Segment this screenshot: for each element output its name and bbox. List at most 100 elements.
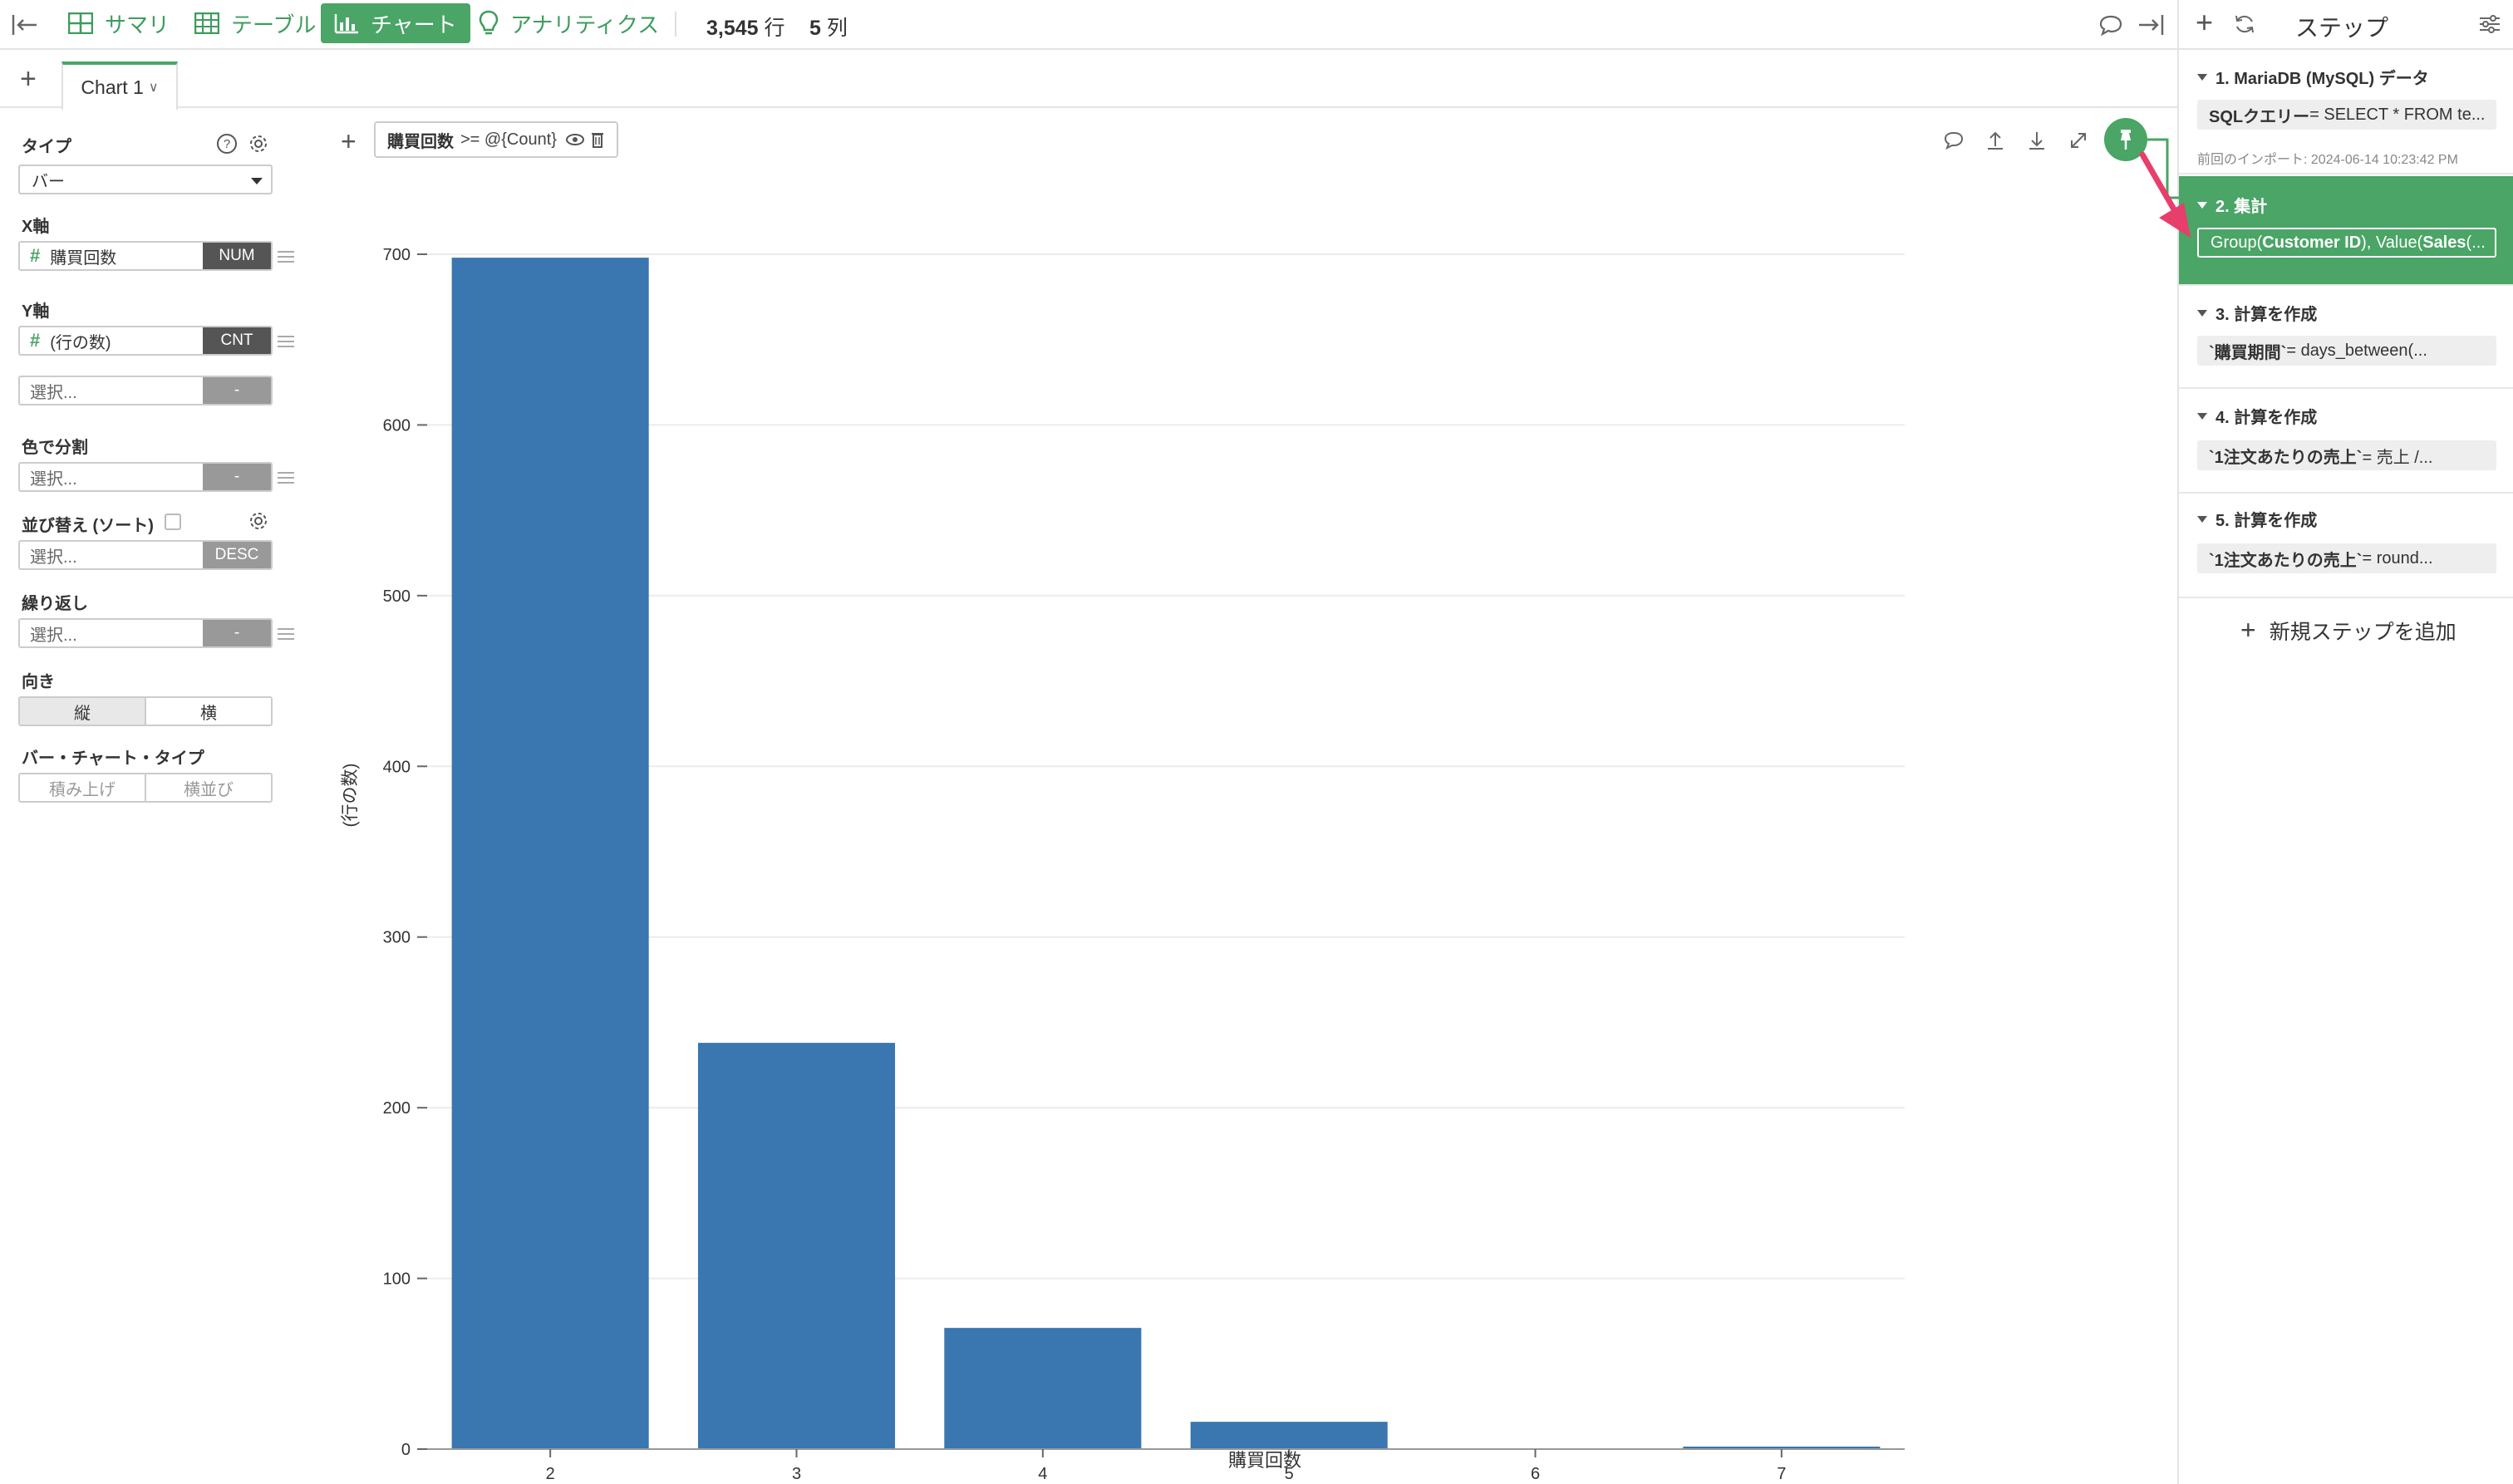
triangle-down-icon[interactable] — [2197, 515, 2207, 523]
comment-icon[interactable] — [2096, 10, 2126, 40]
step-1[interactable]: 1. MariaDB (MySQL) データ SQLクエリー = SELECT … — [2179, 52, 2513, 174]
step-3-command-rest: = days_between(... — [2286, 341, 2427, 360]
triangle-down-icon[interactable] — [2197, 201, 2207, 209]
row-count: 3,545 行 — [706, 12, 785, 42]
step-5[interactable]: 5. 計算を作成 `1注文あたりの売上` = round... — [2179, 495, 2513, 598]
sort-field[interactable]: 選択... DESC — [18, 540, 273, 570]
tab-summary[interactable]: サマリ — [55, 3, 183, 43]
type-label: タイプ — [22, 138, 71, 156]
step-4-title-text: 4. 計算を作成 — [2215, 409, 2318, 427]
sort-checkbox[interactable] — [165, 514, 181, 530]
bar-3[interactable] — [697, 1043, 896, 1449]
x-axis-title: 購買回数 — [1228, 1450, 1301, 1471]
help-icon[interactable]: ? — [216, 133, 238, 155]
step-4-command[interactable]: `1注文あたりの売上` = 売上 /... — [2197, 440, 2496, 470]
bar-5[interactable] — [1190, 1422, 1388, 1449]
x-tick-label: 4 — [1038, 1465, 1047, 1483]
numeric-hash-icon: # — [30, 245, 41, 266]
step-2-command-part: ), Value( — [2361, 233, 2423, 252]
bar-4[interactable] — [944, 1328, 1142, 1449]
step-1-command-rest: = SELECT * FROM te... — [2309, 105, 2486, 124]
y-axis-title: (行の数) — [341, 764, 360, 828]
x-axis-aggregation-tag[interactable]: NUM — [203, 243, 271, 269]
y-axis-aggregation-tag[interactable]: CNT — [203, 327, 271, 354]
orientation-vertical-button[interactable]: 縦 — [20, 698, 145, 725]
y-axis-field[interactable]: # (行の数) CNT — [18, 326, 273, 356]
step-5-command-key: `1注文あたりの売上` — [2209, 551, 2363, 570]
chevron-down-icon[interactable]: ∨ — [149, 79, 159, 96]
orientation-toggle: 縦 横 — [18, 696, 273, 726]
step-4-title: 4. 計算を作成 — [2197, 404, 2317, 428]
x-tick-label: 6 — [1531, 1465, 1540, 1483]
steps-header: + ステップ — [2179, 0, 2513, 50]
triangle-down-icon[interactable] — [2197, 309, 2207, 317]
y-axis-extra-placeholder: 選択... — [30, 383, 77, 402]
y-axis-extra-field[interactable]: 選択... - — [18, 376, 273, 405]
color-split-label: 色で分割 — [22, 439, 88, 457]
step-2-title: 2. 集計 — [2197, 193, 2267, 217]
sort-label: 並び替え (ソート) — [22, 517, 154, 535]
lightbulb-icon — [479, 10, 499, 35]
y-tick-label: 700 — [383, 246, 411, 264]
add-new-step-button[interactable]: + 新規ステップを追加 — [2240, 615, 2456, 646]
bar-type-stacked-button[interactable]: 積み上げ — [20, 774, 145, 801]
bar-chart-type-label: バー・チャート・タイプ — [22, 749, 204, 768]
step-5-command[interactable]: `1注文あたりの売上` = round... — [2197, 543, 2496, 573]
step-2-command-part: (... — [2466, 233, 2486, 252]
triangle-down-icon[interactable] — [2197, 412, 2207, 420]
bar-chart-icon — [334, 14, 358, 34]
repeat-tag[interactable]: - — [203, 620, 271, 646]
add-step-plus-icon[interactable]: + — [2196, 5, 2213, 40]
step-5-title: 5. 計算を作成 — [2197, 507, 2317, 531]
x-tick-label: 7 — [1777, 1465, 1786, 1483]
sliders-icon[interactable] — [2478, 13, 2501, 35]
sort-direction-tag[interactable]: DESC — [203, 542, 271, 568]
orientation-horizontal-button[interactable]: 横 — [145, 698, 271, 725]
tab-analytics[interactable]: アナリティクス — [465, 3, 672, 43]
color-split-tag[interactable]: - — [203, 464, 271, 490]
chart-tab-1[interactable]: Chart 1 ∨ — [61, 61, 178, 110]
svg-text:?: ? — [224, 137, 230, 151]
add-chart-button[interactable]: + — [20, 65, 37, 93]
y-tick-label: 300 — [383, 929, 411, 947]
orientation-label: 向き — [22, 673, 55, 691]
sort-gear-icon[interactable] — [248, 510, 269, 532]
toolbar-divider — [675, 12, 676, 37]
column-count-unit: 列 — [826, 17, 848, 40]
color-split-field[interactable]: 選択... - — [18, 462, 273, 492]
bar-2[interactable] — [451, 258, 649, 1449]
triangle-down-icon[interactable] — [2197, 73, 2207, 81]
y-tick-label: 100 — [383, 1270, 411, 1289]
step-4[interactable]: 4. 計算を作成 `1注文あたりの売上` = 売上 /... — [2179, 391, 2513, 494]
caret-down-icon — [251, 178, 263, 184]
plus-icon: + — [2240, 615, 2256, 645]
step-1-command[interactable]: SQLクエリー = SELECT * FROM te... — [2197, 100, 2496, 130]
collapse-right-icon[interactable] — [2136, 10, 2166, 40]
y-tick-label: 400 — [383, 758, 411, 776]
refresh-icon[interactable] — [2232, 12, 2257, 37]
y-axis-extra-tag[interactable]: - — [203, 377, 271, 404]
step-1-title: 1. MariaDB (MySQL) データ — [2197, 65, 2429, 89]
step-2[interactable]: 2. 集計 Group(Customer ID), Value(Sales (.… — [2179, 176, 2513, 286]
step-1-command-key: SQLクエリー — [2209, 107, 2310, 126]
chart-config-panel: タイプ ? バー X軸 # 購買回数 NUM Y軸 # (行の数) CNT 選択… — [12, 116, 294, 1484]
tab-table[interactable]: テーブル — [181, 3, 329, 43]
x-tick-label: 2 — [546, 1465, 555, 1483]
step-2-command-part: Group( — [2211, 233, 2263, 252]
gear-icon[interactable] — [248, 133, 269, 155]
repeat-label: 繰り返し — [22, 595, 88, 613]
x-axis-field[interactable]: # 購買回数 NUM — [18, 241, 273, 271]
step-3-title: 3. 計算を作成 — [2197, 301, 2317, 325]
step-3[interactable]: 3. 計算を作成 `購買期間` = days_between(... — [2179, 287, 2513, 389]
y-axis-label: Y軸 — [22, 302, 50, 321]
bar-type-grouped-button[interactable]: 横並び — [145, 774, 271, 801]
chart-type-select[interactable]: バー — [18, 165, 273, 194]
step-2-command[interactable]: Group(Customer ID), Value(Sales (... — [2197, 228, 2496, 258]
step-2-command-value-column: Sales — [2422, 233, 2466, 252]
step-3-command[interactable]: `購買期間` = days_between(... — [2197, 336, 2496, 366]
tab-chart[interactable]: チャート — [321, 3, 470, 43]
repeat-field[interactable]: 選択... - — [18, 618, 273, 648]
collapse-left-icon[interactable] — [10, 10, 40, 40]
step-4-command-key: `1注文あたりの売上` — [2209, 448, 2363, 467]
chart-area: + 購買回数 >= @{Count} 0 100 200 300 400 500… — [291, 110, 2177, 1484]
